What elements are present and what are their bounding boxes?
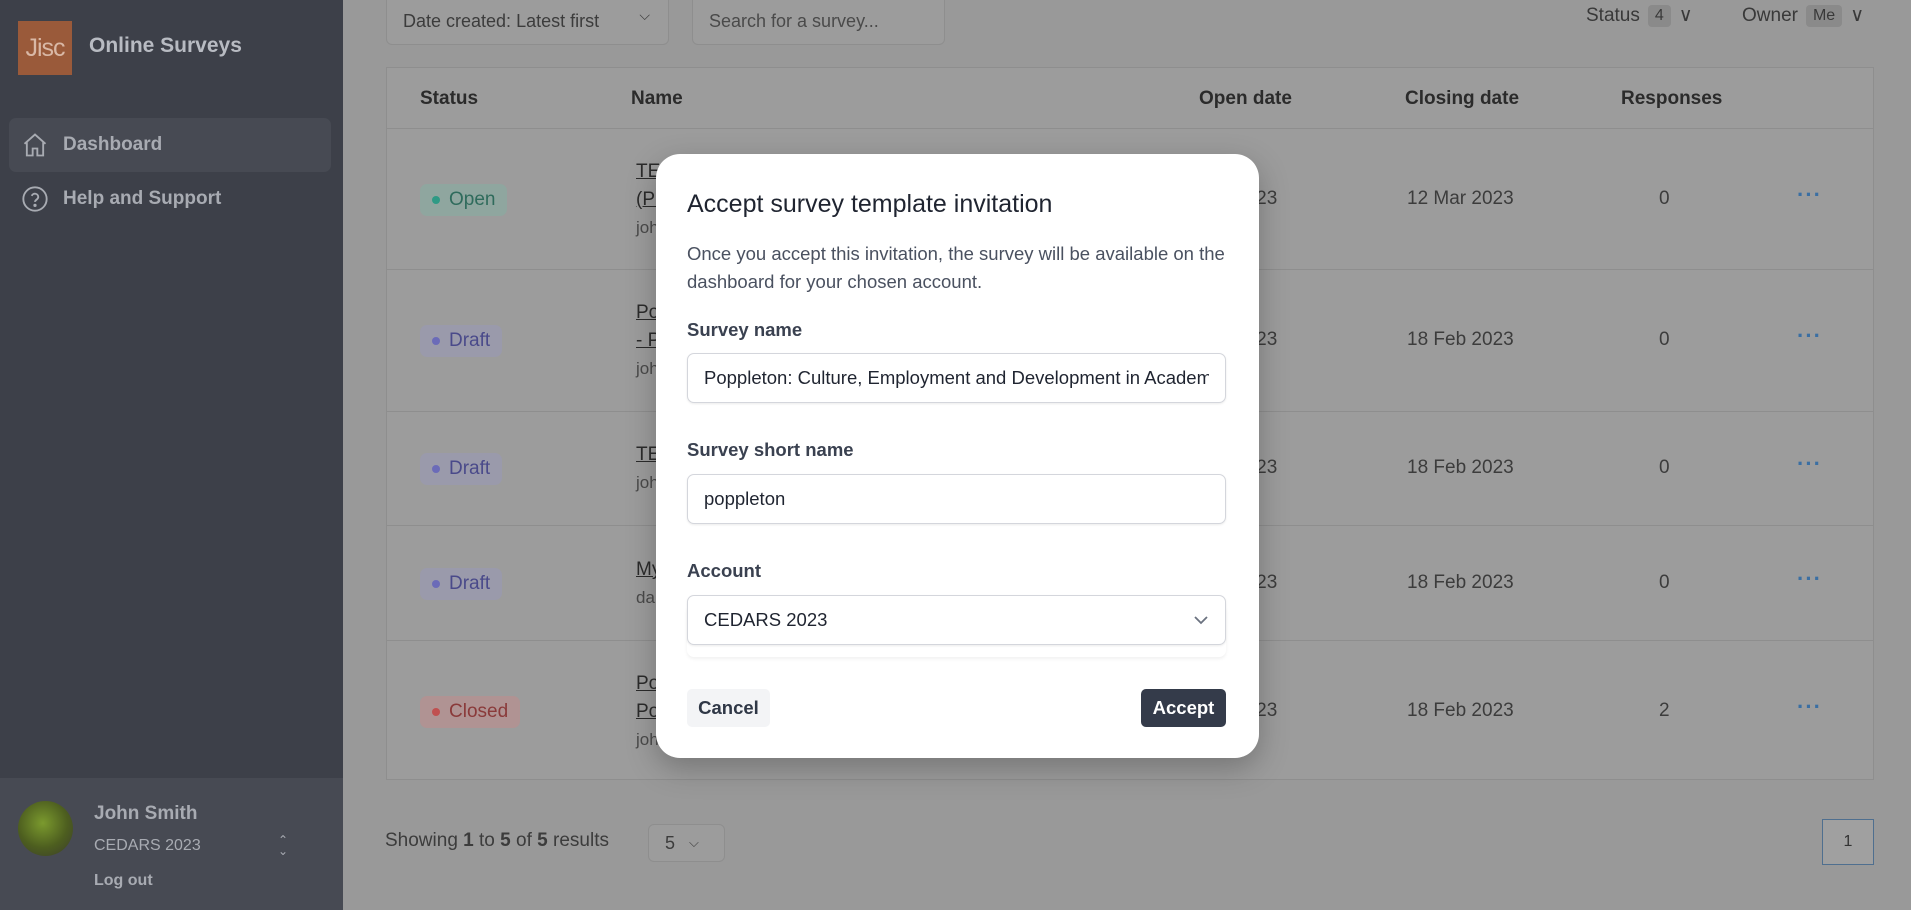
chevron-down-icon: ⌵ (639, 7, 650, 23)
status-badge: Open (420, 183, 508, 216)
account-select[interactable]: CEDARS 2023 (687, 595, 1226, 645)
sort-select[interactable]: Date created: Latest first ⌵ (386, 0, 669, 45)
survey-name-label: Survey name (687, 319, 803, 340)
page-1-button[interactable]: 1 (1822, 819, 1874, 865)
header-responses[interactable]: Responses (1621, 88, 1722, 110)
chevron-down-icon: ∨ (1850, 5, 1865, 26)
header-status[interactable]: Status (420, 88, 478, 110)
closing-date: 18 Feb 2023 (1407, 329, 1514, 350)
header-name[interactable]: Name (631, 88, 683, 110)
status-dot-icon (432, 337, 440, 345)
closing-date: 12 Mar 2023 (1407, 187, 1514, 209)
account-switch-icon[interactable]: ⌃ ⌄ (278, 834, 288, 857)
dialog-description: Once you accept this invitation, the sur… (687, 243, 1225, 292)
status-label: Draft (449, 330, 491, 351)
header-open-date[interactable]: Open date (1199, 88, 1292, 110)
status-dot-icon (432, 579, 440, 588)
per-page-value: 5 (665, 832, 676, 853)
responses-count: 0 (1659, 457, 1670, 478)
header-closing-date[interactable]: Closing date (1405, 88, 1519, 110)
survey-name-input[interactable] (687, 353, 1226, 403)
closing-date: 18 Feb 2023 (1407, 571, 1514, 593)
status-dot-icon (432, 195, 440, 204)
user-account: CEDARS 2023 (94, 837, 201, 854)
search-placeholder: Search for a survey... (709, 11, 879, 31)
app-name: Online Surveys (89, 34, 242, 57)
account-label: Account (687, 560, 761, 581)
home-icon (23, 133, 47, 157)
sort-value: Date created: Latest first (403, 11, 600, 31)
status-label: Closed (449, 700, 509, 722)
sidebar-item-help[interactable]: Help and Support (9, 172, 331, 226)
accept-button[interactable]: Accept (1141, 689, 1226, 727)
responses-count: 0 (1659, 571, 1670, 593)
more-options-icon[interactable]: ··· (1797, 451, 1822, 477)
short-name-input[interactable] (687, 474, 1226, 524)
more-options-icon[interactable]: ··· (1797, 323, 1822, 349)
accept-invitation-dialog: Accept survey template invitation Once y… (656, 154, 1259, 758)
closing-date: 18 Feb 2023 (1407, 457, 1514, 478)
responses-count: 0 (1659, 329, 1670, 350)
sidebar-item-label: Help and Support (63, 188, 222, 209)
status-label: Draft (449, 572, 491, 594)
short-name-label: Survey short name (687, 439, 854, 460)
status-dot-icon (432, 465, 440, 473)
sidebar-item-label: Dashboard (63, 134, 163, 155)
status-dot-icon (432, 707, 440, 716)
status-badge: Draft (420, 453, 503, 485)
user-name: John Smith (94, 803, 198, 824)
owner-value-badge: Me (1805, 4, 1843, 27)
sidebar: Jisc Online Surveys Dashboard Help and S… (0, 0, 343, 910)
results-summary: Showing 1 to 5 of 5 results (385, 830, 609, 851)
more-options-icon[interactable]: ··· (1797, 694, 1822, 720)
status-badge: Draft (420, 567, 503, 600)
status-count-badge: 4 (1647, 4, 1671, 27)
jisc-logo: Jisc (18, 21, 72, 75)
per-page-select[interactable]: 5 ⌵ (648, 824, 725, 862)
help-circle-icon (22, 186, 48, 212)
status-badge: Closed (420, 695, 521, 728)
status-filter[interactable]: Status 4 ∨ (1586, 4, 1693, 27)
dialog-title: Accept survey template invitation (687, 190, 1053, 218)
sidebar-item-dashboard[interactable]: Dashboard (9, 118, 331, 172)
closing-date: 18 Feb 2023 (1407, 699, 1514, 721)
owner-filter[interactable]: Owner Me ∨ (1742, 4, 1864, 27)
account-value: CEDARS 2023 (704, 609, 828, 630)
status-label: Open (449, 188, 496, 210)
responses-count: 0 (1659, 187, 1670, 209)
more-options-icon[interactable]: ··· (1797, 182, 1822, 208)
chevron-down-icon: ∨ (1678, 5, 1693, 26)
chevron-down-icon (1194, 616, 1208, 625)
cancel-button[interactable]: Cancel (687, 689, 770, 727)
status-badge: Draft (420, 325, 503, 357)
search-input[interactable]: Search for a survey... (692, 0, 945, 45)
status-label: Draft (449, 458, 491, 479)
owner-filter-label: Owner (1742, 4, 1798, 26)
logout-link[interactable]: Log out (94, 872, 153, 890)
chevron-down-icon: ⌵ (689, 835, 699, 850)
more-options-icon[interactable]: ··· (1797, 566, 1822, 592)
status-filter-label: Status (1586, 4, 1640, 26)
avatar (18, 801, 73, 856)
responses-count: 2 (1659, 699, 1670, 721)
